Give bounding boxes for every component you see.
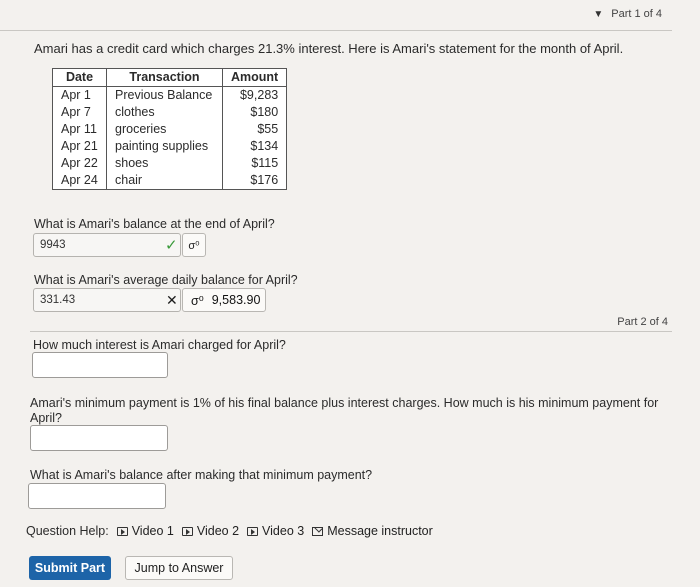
question-balance-after-payment: What is Amari's balance after making tha… bbox=[30, 468, 373, 482]
statement-table: Date Transaction Amount Apr 1 Previous B… bbox=[52, 68, 288, 190]
question-help-bar: Question Help: Video 1 Video 2 Video 3 M… bbox=[26, 524, 433, 538]
question-interest-charged: How much interest is Amari charged for A… bbox=[33, 338, 286, 352]
video-2-label: Video 2 bbox=[196, 524, 240, 538]
header-amount: Amount bbox=[221, 68, 288, 87]
average-balance-answer-value: 331.43 bbox=[40, 294, 76, 306]
cell-date: Apr 11 bbox=[52, 121, 107, 138]
mail-icon bbox=[312, 526, 324, 536]
part-1-label: Part 1 of 4 bbox=[611, 8, 662, 20]
table-row: Apr 1 Previous Balance $9,283 bbox=[52, 86, 288, 104]
balance-after-payment-answer-field[interactable] bbox=[28, 483, 166, 509]
cell-amount: $180 bbox=[221, 104, 288, 121]
problem-intro: Amari has a credit card which charges 21… bbox=[34, 41, 624, 56]
cell-amount: $9,283 bbox=[221, 86, 288, 104]
table-row: Apr 22 shoes $115 bbox=[52, 155, 288, 172]
cell-transaction: clothes bbox=[106, 104, 223, 121]
jump-to-answer-button[interactable]: Jump to Answer bbox=[125, 556, 233, 580]
cell-date: Apr 1 bbox=[52, 86, 107, 104]
table-row: Apr 11 groceries $55 bbox=[52, 121, 288, 138]
cell-transaction: painting supplies bbox=[106, 138, 223, 155]
cell-transaction: groceries bbox=[106, 121, 223, 138]
video-1-link[interactable]: Video 1 bbox=[116, 524, 174, 538]
header-transaction: Transaction bbox=[106, 68, 223, 87]
video-2-link[interactable]: Video 2 bbox=[181, 524, 240, 538]
cell-amount: $115 bbox=[221, 155, 288, 172]
question-minimum-payment: Amari's minimum payment is 1% of his fin… bbox=[30, 396, 659, 425]
video-play-icon bbox=[181, 526, 193, 536]
cell-transaction: Previous Balance bbox=[106, 86, 223, 104]
question-help-label: Question Help: bbox=[26, 524, 109, 538]
cell-date: Apr 22 bbox=[52, 155, 107, 172]
average-balance-answer-field[interactable]: 331.43 bbox=[33, 288, 181, 312]
collapse-triangle-icon: ▼ bbox=[593, 8, 604, 20]
incorrect-x-icon: ✕ bbox=[166, 292, 178, 308]
cell-date: Apr 21 bbox=[52, 138, 107, 155]
table-row: Apr 24 chair $176 bbox=[52, 172, 288, 190]
video-3-label: Video 3 bbox=[262, 524, 305, 538]
cell-transaction: chair bbox=[106, 172, 223, 190]
ending-balance-answer-value: 9943 bbox=[40, 239, 66, 251]
divider bbox=[0, 30, 672, 31]
video-play-icon bbox=[247, 526, 259, 536]
header-date: Date bbox=[52, 68, 107, 87]
minimum-payment-answer-field[interactable] bbox=[30, 425, 168, 451]
part-1-header[interactable]: ▼ Part 1 of 4 bbox=[593, 8, 662, 20]
interest-answer-field[interactable] bbox=[32, 352, 168, 378]
message-instructor-link[interactable]: Message instructor bbox=[312, 524, 433, 538]
question-ending-balance: What is Amari's balance at the end of Ap… bbox=[34, 217, 275, 231]
table-row: Apr 21 painting supplies $134 bbox=[52, 138, 288, 155]
video-1-label: Video 1 bbox=[131, 524, 174, 538]
message-instructor-label: Message instructor bbox=[327, 524, 433, 538]
ending-balance-answer-field[interactable]: 9943 bbox=[33, 233, 181, 257]
correct-check-icon: ✓ bbox=[165, 237, 178, 254]
part-2-label: Part 2 of 4 bbox=[617, 316, 668, 328]
question-average-daily-balance: What is Amari's average daily balance fo… bbox=[34, 273, 298, 287]
correct-answer-value: 9,583.90 bbox=[211, 293, 261, 307]
formula-icon: σ⁰ bbox=[191, 293, 204, 308]
cell-date: Apr 7 bbox=[52, 104, 107, 121]
cell-transaction: shoes bbox=[106, 155, 223, 172]
table-header-row: Date Transaction Amount bbox=[52, 68, 288, 87]
cell-date: Apr 24 bbox=[52, 172, 107, 190]
table-row: Apr 7 clothes $180 bbox=[52, 104, 288, 121]
formula-icon[interactable]: σ⁰ bbox=[182, 233, 206, 257]
video-play-icon bbox=[116, 526, 128, 536]
correct-answer-display: σ⁰ 9,583.90 bbox=[182, 288, 266, 312]
cell-amount: $176 bbox=[221, 172, 288, 190]
cell-amount: $134 bbox=[221, 138, 288, 155]
submit-part-button[interactable]: Submit Part bbox=[29, 556, 111, 580]
divider bbox=[30, 331, 672, 332]
cell-amount: $55 bbox=[221, 121, 288, 138]
video-3-link[interactable]: Video 3 bbox=[247, 524, 304, 538]
